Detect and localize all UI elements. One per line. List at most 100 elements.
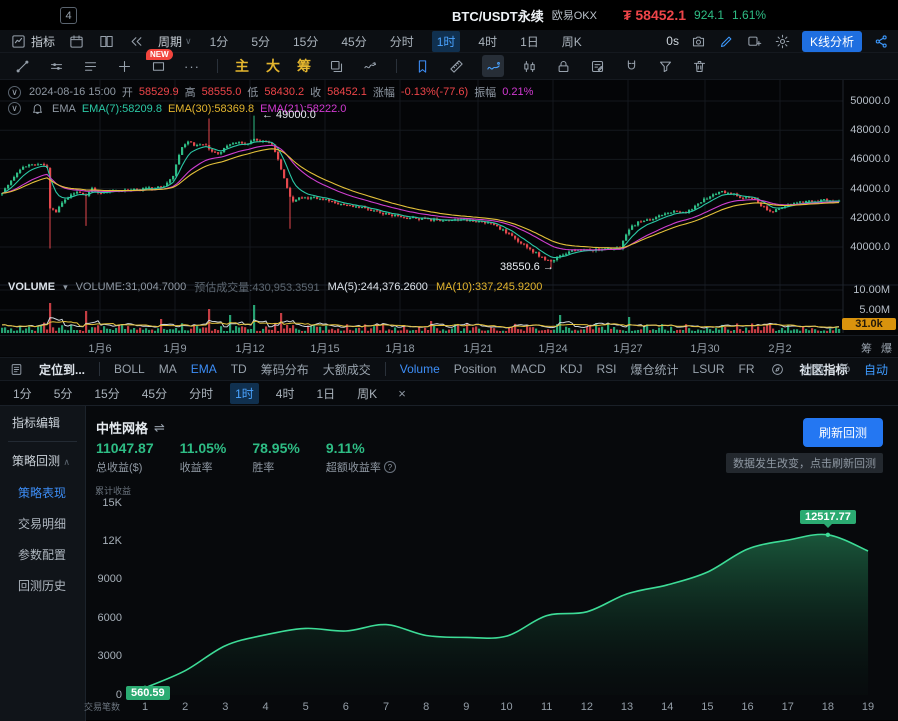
volume-ma10: MA(10):337,245.9200 (436, 281, 542, 293)
current-volume-badge: 31.0k (842, 318, 896, 330)
collapse-circle-icon[interactable]: ∨ (8, 86, 21, 99)
equity-x-tick: 7 (383, 701, 389, 713)
subperiod-1h[interactable]: 1时 (230, 383, 259, 404)
parallel-lines-tool-icon[interactable] (48, 58, 65, 75)
locate-button[interactable]: 定位到... (39, 361, 85, 378)
period-label: 周期 (158, 33, 182, 50)
kline-chart-section[interactable]: ∨ 2024-08-16 15:00 开58529.9 高58555.0 低58… (0, 80, 898, 356)
ohlc-legend: ∨ 2024-08-16 15:00 开58529.9 高58555.0 低58… (8, 84, 533, 100)
price-tick: 42000.0 (850, 212, 890, 224)
divider (217, 59, 218, 73)
kline-analysis-button[interactable]: K线分析 (802, 31, 862, 52)
sub-period-bar: 1分 5分 15分 45分 分时 1时 4时 1日 周K × (0, 381, 898, 405)
fib-lines-tool-icon[interactable] (82, 58, 99, 75)
tab-lsur[interactable]: LSUR (693, 362, 725, 376)
lock-icon[interactable] (555, 58, 572, 75)
trash-icon[interactable] (691, 58, 708, 75)
open-value: 58529.9 (139, 86, 179, 98)
timeframe-1m[interactable]: 1分 (205, 31, 234, 52)
settings-gear-icon[interactable] (774, 33, 791, 50)
rectangle-tool-icon[interactable] (150, 58, 167, 75)
chevron-down-icon[interactable]: ▾ (63, 282, 68, 293)
equity-x-tick: 4 (262, 701, 268, 713)
subperiod-1d[interactable]: 1日 (311, 383, 340, 404)
equity-x-tick: 14 (661, 701, 673, 713)
tab-fr[interactable]: FR (739, 362, 755, 376)
subperiod-5m[interactable]: 5分 (49, 383, 78, 404)
volume-title[interactable]: VOLUME (8, 281, 55, 293)
locate-icon[interactable] (8, 361, 25, 378)
timeframe-15m[interactable]: 15分 (288, 31, 323, 52)
brush-tool-selected[interactable] (482, 55, 504, 77)
tab-kdj[interactable]: KDJ (560, 362, 583, 376)
timeframe-45m[interactable]: 45分 (336, 31, 371, 52)
tab-ema[interactable]: EMA (191, 362, 217, 376)
tab-macd[interactable]: MACD (510, 362, 545, 376)
tab-volume[interactable]: Volume (400, 362, 440, 376)
volume-ma5: MA(5):244,376.2600 (328, 281, 428, 293)
tab-td[interactable]: TD (231, 362, 247, 376)
subperiod-15m[interactable]: 15分 (89, 383, 124, 404)
timeframe-4h[interactable]: 4时 (473, 31, 502, 52)
tab-large-trades[interactable]: 大额成交 (323, 361, 371, 378)
timeframe-minute[interactable]: 分时 (385, 31, 419, 52)
share-icon[interactable] (873, 33, 890, 50)
draw-icon[interactable] (718, 33, 735, 50)
time-axis[interactable]: 筹爆 1月61月91月121月151月181月211月241月271月302月2 (0, 335, 898, 356)
trendline-tool-icon[interactable] (14, 58, 31, 75)
chip-tool[interactable]: 筹 (297, 56, 311, 76)
log-scale-toggle[interactable]: 对数 (801, 361, 825, 378)
main-chart-tool[interactable]: 主 (235, 56, 249, 76)
estimated-volume: 预估成交量:430,953.3591 (194, 279, 319, 295)
tab-ma[interactable]: MA (159, 362, 177, 376)
subperiod-4h[interactable]: 4时 (271, 383, 300, 404)
candle-compare-icon[interactable] (521, 58, 538, 75)
close-icon[interactable]: × (398, 386, 406, 401)
bookmark-icon[interactable] (414, 58, 431, 75)
equity-curve-chart[interactable] (0, 406, 898, 721)
timeframe-1d[interactable]: 1日 (515, 31, 544, 52)
alert-bell-icon[interactable] (29, 100, 46, 117)
wave-marker-icon[interactable] (362, 58, 379, 75)
subperiod-minute[interactable]: 分时 (184, 383, 218, 404)
price-tick: 40000.0 (850, 241, 890, 253)
new-window-icon[interactable] (746, 33, 763, 50)
time-tick: 1月6 (88, 340, 111, 356)
time-tick: 1月30 (690, 340, 719, 356)
order-form-icon[interactable] (589, 58, 606, 75)
auto-scale-toggle[interactable]: 自动 (864, 361, 888, 378)
timeframe-5m[interactable]: 5分 (246, 31, 275, 52)
tab-chip-distribution[interactable]: 筹码分布 (261, 361, 309, 378)
timeframe-1w[interactable]: 周K (557, 31, 587, 52)
tab-boll[interactable]: BOLL (114, 362, 145, 376)
chip-axis-toggle[interactable]: 筹 (861, 340, 872, 356)
compare-layout-icon[interactable] (98, 33, 115, 50)
filter-funnel-icon[interactable] (657, 58, 674, 75)
equity-xlabel: 交易笔数 (84, 700, 120, 713)
screenshot-icon[interactable] (690, 33, 707, 50)
amplitude-label: 振幅 (474, 84, 496, 100)
percent-scale-toggle[interactable]: % (839, 361, 850, 378)
indicator-menu[interactable]: 指标 (10, 33, 55, 50)
window-count-badge: 4 (60, 7, 77, 24)
candlestick-chart[interactable] (0, 80, 898, 333)
tab-rsi[interactable]: RSI (597, 362, 617, 376)
title-bar: 4 BTC/USDT永续 欧易OKX ₮ 58452.1 924.1 1.61% (0, 0, 898, 30)
collapse-circle-icon[interactable]: ∨ (8, 102, 21, 115)
measure-ruler-icon[interactable] (448, 58, 465, 75)
period-menu[interactable]: 周期∨ (158, 33, 192, 50)
magnet-icon[interactable] (623, 58, 640, 75)
subperiod-1w[interactable]: 周K (352, 383, 382, 404)
big-data-tool[interactable]: 大 (266, 56, 280, 76)
subperiod-45m[interactable]: 45分 (137, 383, 172, 404)
burst-axis-toggle[interactable]: 爆 (881, 340, 892, 356)
rewind-icon[interactable] (128, 33, 145, 50)
template-stamp-icon[interactable] (328, 58, 345, 75)
tab-liquidation[interactable]: 爆仓统计 (631, 361, 679, 378)
subperiod-1m[interactable]: 1分 (8, 383, 37, 404)
timeframe-1h[interactable]: 1时 (432, 31, 461, 52)
calendar-icon[interactable] (68, 33, 85, 50)
more-tools-icon[interactable]: ··· (184, 59, 200, 74)
cross-line-tool-icon[interactable] (116, 58, 133, 75)
tab-position[interactable]: Position (454, 362, 497, 376)
